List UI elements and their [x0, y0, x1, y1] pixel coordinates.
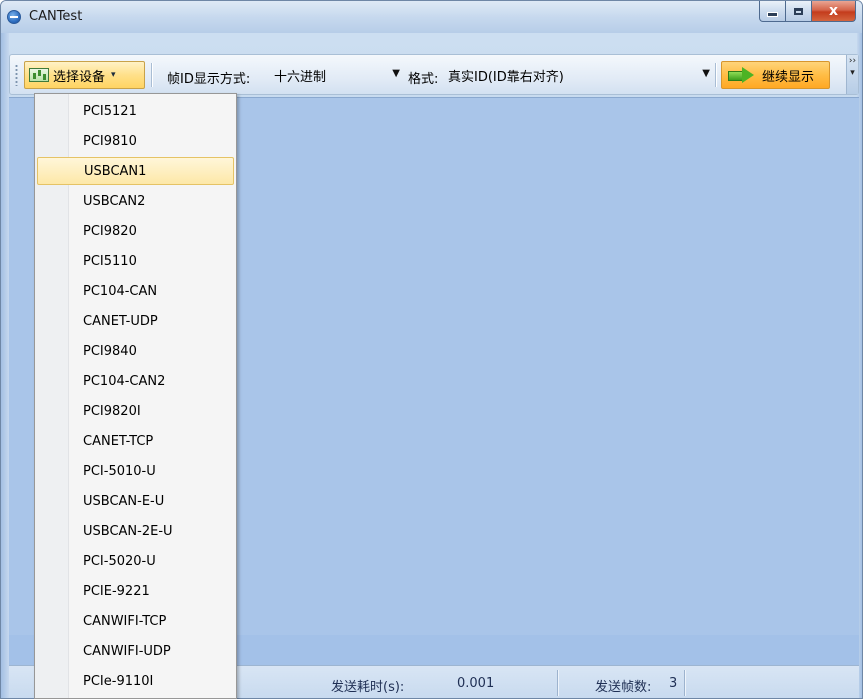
- chevron-down-icon: ▼: [392, 68, 400, 79]
- send-time-value: 0.001: [457, 676, 495, 691]
- status-separator: [557, 670, 558, 696]
- menu-item-pci9820[interactable]: PCI9820: [37, 217, 234, 245]
- title-bar[interactable]: CANTest x: [1, 1, 862, 33]
- menu-item-pci5110[interactable]: PCI5110: [37, 247, 234, 275]
- select-device-label: 选择设备: [53, 69, 106, 85]
- chart-icon: [29, 68, 49, 82]
- menu-item-pci9810[interactable]: PCI9810: [37, 127, 234, 155]
- menu-item-canwifi-udp[interactable]: CANWIFI-UDP: [37, 637, 234, 665]
- format-select[interactable]: 真实ID(ID靠右对齐) ▼: [448, 63, 712, 87]
- menu-item-pci5121[interactable]: PCI5121: [37, 97, 234, 125]
- menu-item-pci9820i[interactable]: PCI9820I: [37, 397, 234, 425]
- chevron-down-icon: ▾: [111, 70, 116, 80]
- continue-display-label: 继续显示: [762, 69, 815, 85]
- frame-id-label: 帧ID显示方式:: [167, 72, 251, 87]
- continue-display-button[interactable]: 继续显示: [721, 61, 830, 89]
- menu-item-pc104-can[interactable]: PC104-CAN: [37, 277, 234, 305]
- toolbar-separator: [151, 63, 152, 87]
- format-value: 真实ID(ID靠右对齐): [448, 69, 564, 85]
- menu-item-pcie-9110i[interactable]: PCIe-9110I: [37, 667, 234, 695]
- window-left-border: [1, 33, 9, 698]
- minimize-button[interactable]: [759, 1, 786, 22]
- menu-item-usbcan-2e-u[interactable]: USBCAN-2E-U: [37, 517, 234, 545]
- toolbar-grip-icon[interactable]: [15, 64, 18, 86]
- send-time-label: 发送耗时(s):: [331, 680, 405, 695]
- maximize-icon: [794, 7, 803, 15]
- device-dropdown-menu: PCI5121 PCI9810 USBCAN1 USBCAN2 PCI9820 …: [34, 93, 237, 699]
- app-icon: [7, 10, 21, 24]
- window-controls: x: [759, 1, 856, 23]
- menu-item-pci-5020-u[interactable]: PCI-5020-U: [37, 547, 234, 575]
- menu-item-canwifi-tcp[interactable]: CANWIFI-TCP: [37, 607, 234, 635]
- menu-item-pci-5010-u[interactable]: PCI-5010-U: [37, 457, 234, 485]
- send-frames-value: 3: [669, 676, 678, 691]
- toolbar: 选择设备 ▾ 帧ID显示方式: 十六进制 ▼ 格式: 真实ID(ID靠右对齐) …: [9, 54, 859, 95]
- chevron-down-icon: ▼: [702, 68, 710, 79]
- status-separator: [684, 670, 685, 696]
- send-frames-label: 发送帧数:: [595, 680, 652, 695]
- menu-item-usbcan2[interactable]: USBCAN2: [37, 187, 234, 215]
- menu-item-usbcan1[interactable]: USBCAN1: [37, 157, 234, 185]
- window-title: CANTest: [29, 9, 83, 24]
- toolbar-overflow-button[interactable]: ›› ▾: [846, 55, 858, 94]
- toolbar-separator: [715, 63, 716, 87]
- menu-item-pcie-9221[interactable]: PCIE-9221: [37, 577, 234, 605]
- menu-item-canet-udp[interactable]: CANET-UDP: [37, 307, 234, 335]
- close-icon: x: [828, 3, 839, 19]
- frame-id-value: 十六进制: [274, 69, 327, 85]
- maximize-button[interactable]: [786, 1, 812, 22]
- menu-item-pci9840[interactable]: PCI9840: [37, 337, 234, 365]
- arrow-right-icon: [728, 67, 754, 83]
- menu-item-usbcan-e-u[interactable]: USBCAN-E-U: [37, 487, 234, 515]
- close-button[interactable]: x: [812, 1, 856, 22]
- minimize-icon: [767, 11, 778, 17]
- frame-id-select[interactable]: 十六进制 ▼: [274, 63, 402, 87]
- select-device-button[interactable]: 选择设备 ▾: [24, 61, 145, 89]
- menu-item-pc104-can2[interactable]: PC104-CAN2: [37, 367, 234, 395]
- format-label: 格式:: [408, 72, 439, 87]
- menu-item-canet-tcp[interactable]: CANET-TCP: [37, 427, 234, 455]
